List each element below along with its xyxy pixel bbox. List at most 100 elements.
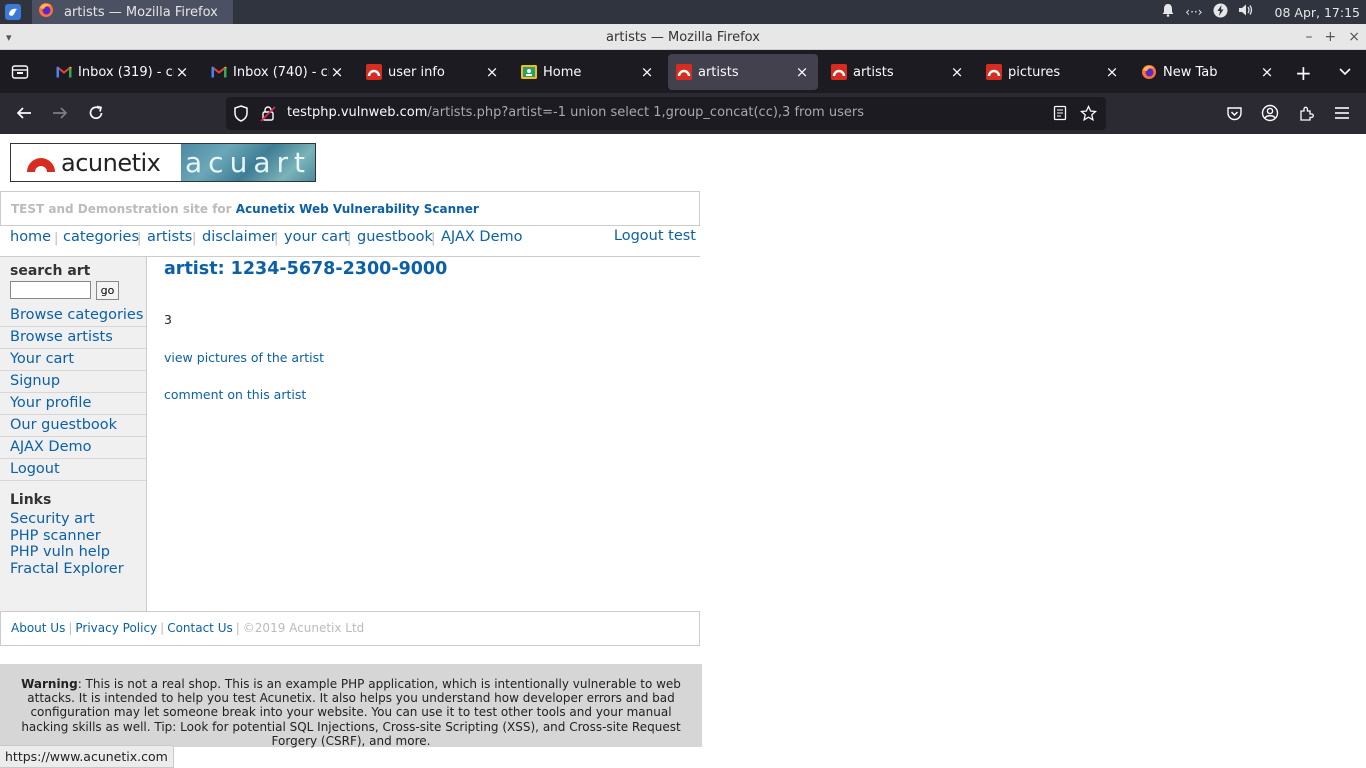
tab-title: pictures bbox=[1008, 64, 1061, 80]
artist-info-text: 3 bbox=[164, 312, 172, 327]
minimize-icon[interactable]: – bbox=[1306, 24, 1313, 51]
nav-artists[interactable]: artists bbox=[147, 229, 192, 245]
firefox-view-icon[interactable] bbox=[10, 62, 30, 82]
link-fractal-explorer[interactable]: Fractal Explorer bbox=[10, 561, 124, 578]
sidebar-item-ajax-demo[interactable]: AJAX Demo bbox=[0, 437, 146, 459]
sidebar-item-browse-categories[interactable]: Browse categories bbox=[0, 305, 146, 327]
link-php-vuln-help[interactable]: PHP vuln help bbox=[10, 544, 124, 561]
nav-categories[interactable]: categories bbox=[63, 229, 139, 245]
tab-inbox-740[interactable]: Inbox (740) - crce × bbox=[203, 54, 353, 90]
nav-separator: | bbox=[431, 231, 436, 246]
window-titlebar: ▾ artists — Mozilla Firefox – + × bbox=[0, 24, 1366, 50]
close-tab-icon[interactable]: × bbox=[174, 63, 190, 81]
tab-title: Home bbox=[543, 64, 582, 80]
comment-artist-link[interactable]: comment on this artist bbox=[164, 387, 684, 402]
sidebar-item-browse-artists[interactable]: Browse artists bbox=[0, 327, 146, 349]
view-pictures-link[interactable]: view pictures of the artist bbox=[164, 350, 684, 365]
close-window-icon[interactable]: × bbox=[1348, 24, 1360, 51]
tab-title: Inbox (319) - crce bbox=[78, 64, 174, 80]
tab-artists-active[interactable]: artists × bbox=[668, 54, 818, 90]
tab-pictures[interactable]: pictures × bbox=[978, 54, 1128, 90]
volume-icon[interactable] bbox=[1238, 3, 1253, 21]
url-text[interactable]: testphp.vulnweb.com/artists.php?artist=-… bbox=[287, 105, 864, 120]
reader-view-icon[interactable] bbox=[1052, 105, 1068, 125]
tab-home[interactable]: Home × bbox=[513, 54, 663, 90]
tab-user-info[interactable]: user info × bbox=[358, 54, 508, 90]
account-icon[interactable] bbox=[1260, 103, 1280, 123]
link-security-art[interactable]: Security art bbox=[10, 511, 124, 528]
warning-text: : This is not a real shop. This is an ex… bbox=[21, 677, 681, 748]
url-bar[interactable]: testphp.vulnweb.com/artists.php?artist=-… bbox=[226, 97, 1106, 130]
warning-notice: Warning: This is not a real shop. This i… bbox=[0, 664, 702, 748]
tab-inbox-319[interactable]: Inbox (319) - crce × bbox=[48, 54, 198, 90]
nav-your-cart[interactable]: your cart bbox=[284, 229, 350, 245]
footer-separator: | bbox=[160, 621, 165, 635]
close-tab-icon[interactable]: × bbox=[1104, 63, 1120, 81]
whisker-menu-icon[interactable] bbox=[4, 3, 22, 21]
close-tab-icon[interactable]: × bbox=[1259, 63, 1275, 81]
nav-guestbook[interactable]: guestbook bbox=[357, 229, 433, 245]
link-php-scanner[interactable]: PHP scanner bbox=[10, 528, 124, 545]
acuart-logo-text: acuart bbox=[185, 146, 311, 179]
tab-title: Inbox (740) - crce bbox=[233, 64, 329, 80]
nav-disclaimer[interactable]: disclaimer bbox=[202, 229, 277, 245]
acunetix-scanner-link[interactable]: Acunetix Web Vulnerability Scanner bbox=[236, 202, 479, 216]
close-tab-icon[interactable]: × bbox=[484, 63, 500, 81]
hamburger-menu-icon[interactable] bbox=[1332, 103, 1352, 123]
search-art-input[interactable] bbox=[10, 281, 91, 299]
footer-contact-us[interactable]: Contact Us bbox=[167, 621, 233, 635]
footer-privacy-policy[interactable]: Privacy Policy bbox=[75, 621, 157, 635]
os-taskbar: artists — Mozilla Firefox ‹··› 08 Apr, 1… bbox=[0, 0, 1366, 24]
close-tab-icon[interactable]: × bbox=[949, 63, 965, 81]
url-host: testphp.vulnweb.com bbox=[287, 105, 428, 120]
footer-about-us[interactable]: About Us bbox=[11, 621, 65, 635]
reload-icon[interactable] bbox=[86, 103, 106, 123]
pocket-icon[interactable] bbox=[1224, 103, 1244, 123]
taskbar-active-window[interactable]: artists — Mozilla Firefox bbox=[32, 0, 233, 24]
acuart-logo: acuart bbox=[181, 144, 315, 181]
sidebar: search art go Browse categories Browse a… bbox=[0, 257, 147, 611]
network-icon[interactable]: ‹··› bbox=[1185, 5, 1202, 19]
insecure-lock-icon[interactable] bbox=[260, 105, 276, 126]
tab-new-tab[interactable]: New Tab × bbox=[1133, 54, 1283, 90]
extensions-puzzle-icon[interactable] bbox=[1296, 103, 1316, 123]
search-go-button[interactable]: go bbox=[96, 281, 119, 300]
tab-artists[interactable]: artists × bbox=[823, 54, 973, 90]
nav-separator: | bbox=[274, 231, 279, 246]
sidebar-item-your-profile[interactable]: Your profile bbox=[0, 393, 146, 415]
acunetix-icon bbox=[676, 64, 692, 80]
tab-title: artists bbox=[698, 64, 739, 80]
tracking-protection-shield-icon[interactable] bbox=[233, 105, 249, 126]
back-arrow-icon[interactable] bbox=[14, 103, 34, 123]
sidebar-item-your-cart[interactable]: Your cart bbox=[0, 349, 146, 371]
nav-home[interactable]: home bbox=[10, 229, 51, 245]
tab-title: user info bbox=[388, 64, 445, 80]
close-tab-icon[interactable]: × bbox=[329, 63, 345, 81]
close-tab-icon[interactable]: × bbox=[794, 63, 810, 81]
external-links: Security art PHP scanner PHP vuln help F… bbox=[10, 511, 124, 577]
search-art-label: search art bbox=[10, 263, 91, 279]
sidebar-item-logout[interactable]: Logout bbox=[0, 459, 146, 481]
bookmark-star-icon[interactable] bbox=[1079, 104, 1098, 126]
list-all-tabs-chevron-icon[interactable] bbox=[1337, 63, 1353, 83]
sidebar-item-signup[interactable]: Signup bbox=[0, 371, 146, 393]
new-tab-plus-icon[interactable]: + bbox=[1295, 61, 1312, 85]
sidebar-item-our-guestbook[interactable]: Our guestbook bbox=[0, 415, 146, 437]
maximize-icon[interactable]: + bbox=[1325, 24, 1337, 51]
power-icon[interactable] bbox=[1213, 3, 1228, 22]
web-page: acunetix acuart TEST and Demonstration s… bbox=[0, 134, 1366, 768]
tab-title: artists bbox=[853, 64, 894, 80]
clock[interactable]: 08 Apr, 17:15 bbox=[1275, 5, 1360, 20]
footer-copyright: ©2019 Acunetix Ltd bbox=[242, 621, 365, 635]
main-content: artist: 1234-5678-2300-9000 3 view pictu… bbox=[164, 257, 684, 402]
close-tab-icon[interactable]: × bbox=[639, 63, 655, 81]
nav-logout-test[interactable]: Logout test bbox=[614, 228, 696, 244]
forward-arrow-icon[interactable] bbox=[50, 103, 70, 123]
window-menu-icon[interactable]: ▾ bbox=[6, 24, 12, 51]
site-logo-banner[interactable]: acunetix acuart bbox=[10, 143, 316, 182]
browser-navbar: testphp.vulnweb.com/artists.php?artist=-… bbox=[0, 93, 1366, 134]
notification-bell-icon[interactable] bbox=[1161, 3, 1175, 21]
links-heading: Links bbox=[10, 492, 52, 508]
footer-separator: | bbox=[235, 621, 240, 635]
nav-ajax-demo[interactable]: AJAX Demo bbox=[441, 229, 523, 245]
